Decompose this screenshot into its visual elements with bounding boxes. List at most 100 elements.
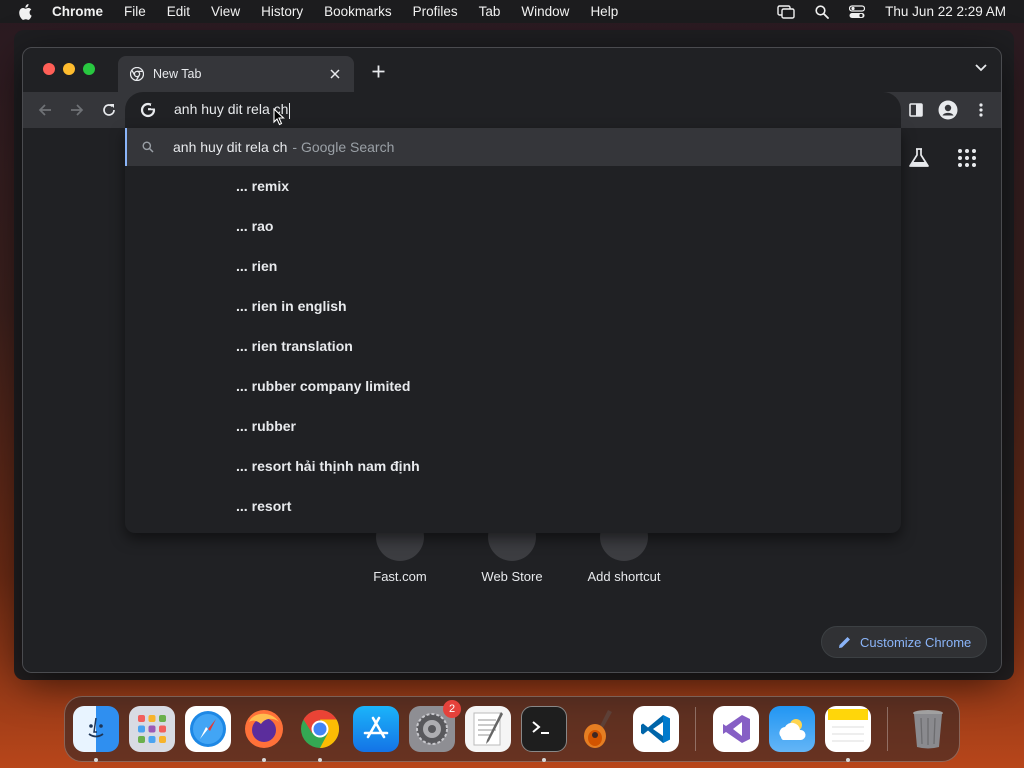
menu-file[interactable]: File xyxy=(124,4,146,19)
chrome-favicon-icon xyxy=(130,67,144,81)
running-indicator xyxy=(262,758,266,762)
chrome-icon[interactable] xyxy=(297,706,343,752)
window-controls xyxy=(43,63,103,75)
back-arrow-icon[interactable] xyxy=(35,100,55,120)
menu-bar: Chrome File Edit View History Bookmarks … xyxy=(0,0,1024,23)
running-indicator xyxy=(542,758,546,762)
tab-search-chevron-down-icon[interactable] xyxy=(975,64,987,72)
suggestion-prefix: ... xyxy=(236,298,248,314)
trash-icon[interactable] xyxy=(905,706,951,752)
dock: 2 xyxy=(64,696,960,762)
new-tab-plus-icon[interactable] xyxy=(369,62,387,80)
pencil-icon xyxy=(838,636,851,649)
suggestion-prefix: ... xyxy=(236,458,248,474)
close-tab-icon[interactable] xyxy=(326,65,344,83)
suggestion-item[interactable]: ... rien translation xyxy=(236,326,353,366)
terminal-icon[interactable] xyxy=(521,706,567,752)
google-g-icon xyxy=(140,102,156,118)
suggestion-prefix: ... xyxy=(236,338,248,354)
suggestion-google-search[interactable]: anh huy dit rela ch - Google Search xyxy=(125,128,901,166)
suggestion-item[interactable]: ... remix xyxy=(236,166,289,206)
vscode-icon[interactable] xyxy=(633,706,679,752)
search-icon xyxy=(142,141,154,153)
suggestion-item[interactable]: ... rien xyxy=(236,246,277,286)
tab-title: New Tab xyxy=(153,67,202,81)
suggestion-query: anh huy dit rela ch xyxy=(173,139,288,155)
suggestion-item[interactable]: ... resort xyxy=(236,486,291,526)
system-settings-icon[interactable]: 2 xyxy=(409,700,461,752)
suggestion-prefix: ... xyxy=(236,498,248,514)
address-bar[interactable]: anh huy dit rela ch xyxy=(125,92,901,128)
screen-mirroring-icon[interactable] xyxy=(777,4,795,19)
notes-icon[interactable] xyxy=(825,706,871,752)
customize-chrome-button[interactable]: Customize Chrome xyxy=(821,626,987,658)
chrome-labs-flask-icon[interactable] xyxy=(908,148,930,168)
suggestion-item[interactable]: ... rubber company limited xyxy=(236,366,410,406)
safari-icon[interactable] xyxy=(185,706,231,752)
omnibox-suggestions: anh huy dit rela ch - Google Search ... r… xyxy=(125,128,901,533)
suggestion-item[interactable]: ... rubber xyxy=(236,406,296,446)
running-indicator xyxy=(846,758,850,762)
menu-profiles[interactable]: Profiles xyxy=(413,4,458,19)
control-center-icon[interactable] xyxy=(849,4,866,19)
suggestion-item[interactable]: ... rien in english xyxy=(236,286,347,326)
tab-new-tab[interactable]: New Tab xyxy=(118,56,354,92)
dock-separator xyxy=(695,707,696,751)
suggestion-item[interactable]: ... rao xyxy=(236,206,273,246)
apple-icon[interactable] xyxy=(18,3,36,20)
spotlight-search-icon[interactable] xyxy=(815,4,830,19)
suggestion-text: resort hải thịnh nam định xyxy=(251,458,420,474)
google-apps-grid-icon[interactable] xyxy=(958,149,976,167)
weather-icon[interactable] xyxy=(769,706,815,752)
suggestion-prefix: ... xyxy=(236,218,248,234)
notification-badge: 2 xyxy=(443,700,461,718)
chrome-window: New Tab Fast.com Web Store Add shortcut … xyxy=(22,47,1002,673)
menu-history[interactable]: History xyxy=(261,4,303,19)
menu-window[interactable]: Window xyxy=(521,4,569,19)
side-panel-icon[interactable] xyxy=(904,98,928,122)
menu-help[interactable]: Help xyxy=(590,4,618,19)
minimize-window-button[interactable] xyxy=(63,63,75,75)
forward-arrow-icon[interactable] xyxy=(67,100,87,120)
visual-studio-icon[interactable] xyxy=(713,706,759,752)
garageband-icon[interactable] xyxy=(577,706,623,752)
address-bar-text: anh huy dit rela ch xyxy=(174,101,289,118)
shortcut-label: Fast.com xyxy=(373,569,427,584)
running-indicator xyxy=(318,758,322,762)
menu-app-chrome[interactable]: Chrome xyxy=(52,4,103,19)
suggestion-prefix: ... xyxy=(236,378,248,394)
shortcut-label: Add shortcut xyxy=(587,569,661,584)
menu-view[interactable]: View xyxy=(211,4,240,19)
text-caret xyxy=(289,102,291,119)
zoom-window-button[interactable] xyxy=(83,63,95,75)
running-indicator xyxy=(94,758,98,762)
finder-icon[interactable] xyxy=(73,706,119,752)
menu-bookmarks[interactable]: Bookmarks xyxy=(324,4,392,19)
tab-strip: New Tab xyxy=(23,48,1001,92)
suggestion-text: resort xyxy=(251,498,292,514)
suggestion-text: rien xyxy=(251,258,278,274)
menubar-datetime[interactable]: Thu Jun 22 2:29 AM xyxy=(885,4,1006,19)
suggestion-prefix: ... xyxy=(236,258,248,274)
suggestion-suffix: - Google Search xyxy=(292,139,395,155)
menu-edit[interactable]: Edit xyxy=(167,4,190,19)
menu-tab[interactable]: Tab xyxy=(479,4,501,19)
customize-chrome-label: Customize Chrome xyxy=(860,634,972,650)
profile-avatar-icon[interactable] xyxy=(936,98,960,122)
suggestion-item[interactable]: ... resort hải thịnh nam định xyxy=(236,446,420,486)
close-window-button[interactable] xyxy=(43,63,55,75)
more-menu-icon[interactable] xyxy=(969,98,993,122)
app-store-icon[interactable] xyxy=(353,706,399,752)
textedit-icon[interactable] xyxy=(465,706,511,752)
suggestion-text: remix xyxy=(251,178,290,194)
shortcut-label: Web Store xyxy=(481,569,543,584)
suggestion-text: rubber company limited xyxy=(251,378,411,394)
suggestion-text: rubber xyxy=(251,418,297,434)
suggestion-prefix: ... xyxy=(236,418,248,434)
suggestion-text: rien translation xyxy=(251,338,353,354)
mouse-cursor-icon xyxy=(273,107,285,131)
suggestion-prefix: ... xyxy=(236,178,248,194)
launchpad-icon[interactable] xyxy=(129,706,175,752)
reload-icon[interactable] xyxy=(99,100,119,120)
firefox-icon[interactable] xyxy=(241,706,287,752)
